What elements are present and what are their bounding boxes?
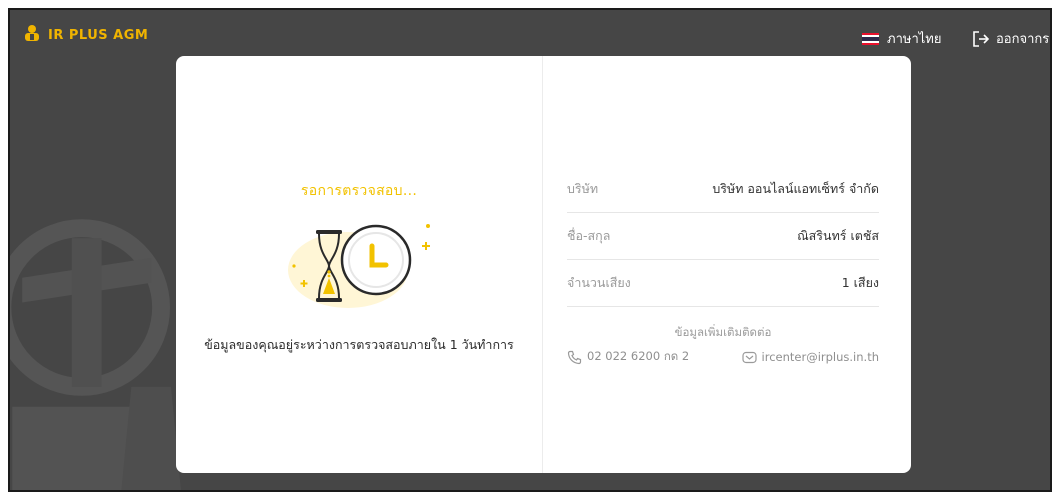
status-panel: รอการตรวจสอบ... ข้อมูลของคุณอยู่ระหว่างก… [176, 56, 542, 473]
brand-logo[interactable]: IR PLUS AGM [22, 24, 148, 46]
contact-title: ข้อมูลเพิ่มเติมติดต่อ [674, 325, 772, 339]
detail-value: บริษัท ออนไลน์แอทเซ็ทร์ จำกัด [712, 181, 879, 196]
status-title: รอการตรวจสอบ... [300, 183, 418, 199]
logout-label: ออกจากระบบ [996, 32, 1050, 47]
detail-row-name: ชื่อ-สกุล ณิสรินทร์ เตชัส [567, 213, 879, 260]
email-icon [741, 351, 757, 363]
contact-phone[interactable]: 02 022 6200 กด 2 [567, 348, 689, 366]
detail-row-votes: จำนวนเสียง 1 เสียง [567, 260, 879, 307]
phone-icon [567, 350, 582, 364]
phone-number: 02 022 6200 กด 2 [587, 349, 690, 363]
detail-row-company: บริษัท บริษัท ออนไลน์แอทเซ็ทร์ จำกัด [567, 166, 879, 213]
language-switch[interactable]: ภาษาไทย [862, 28, 941, 49]
agm-logo-icon [22, 24, 42, 46]
status-message: ข้อมูลของคุณอยู่ระหว่างการตรวจสอบภายใน 1… [204, 337, 514, 352]
logout-icon [973, 30, 990, 47]
app-window: IR PLUS AGM ภาษาไทย ออกจากระบบ รอการตรวจ… [8, 8, 1052, 492]
detail-label: บริษัท [567, 181, 599, 196]
contact-info: 02 022 6200 กด 2 ircenter@irplus.in.th [567, 348, 879, 366]
detail-value: 1 เสียง [841, 275, 879, 290]
top-bar: IR PLUS AGM ภาษาไทย ออกจากระบบ [10, 10, 1050, 56]
email-address: ircenter@irplus.in.th [761, 350, 879, 364]
contact-email[interactable]: ircenter@irplus.in.th [741, 350, 879, 365]
logout-button[interactable]: ออกจากระบบ [972, 28, 1050, 49]
thai-flag-icon [862, 32, 879, 45]
language-label: ภาษาไทย [887, 32, 942, 47]
verification-card: รอการตรวจสอบ... ข้อมูลของคุณอยู่ระหว่างก… [176, 56, 911, 473]
detail-label: จำนวนเสียง [567, 275, 631, 290]
hourglass-clock-illustration [288, 224, 430, 308]
card-divider [542, 56, 543, 473]
details-panel: บริษัท บริษัท ออนไลน์แอทเซ็ทร์ จำกัด ชื่… [567, 56, 879, 473]
detail-value: ณิสรินทร์ เตชัส [797, 228, 879, 243]
brand-name: IR PLUS AGM [48, 27, 149, 43]
detail-label: ชื่อ-สกุล [567, 228, 611, 243]
